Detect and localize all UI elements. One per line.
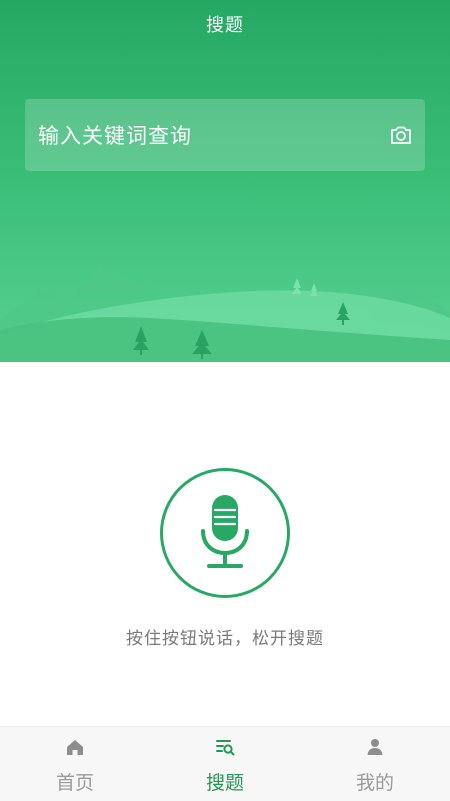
camera-icon[interactable] — [389, 123, 413, 147]
voice-record-button[interactable] — [160, 468, 290, 598]
header-banner: 搜题 输入关键词查询 — [0, 0, 450, 362]
tab-label: 搜题 — [205, 772, 244, 794]
bottom-tab-bar: 首页 搜题 我的 — [0, 726, 450, 801]
search-placeholder: 输入关键词查询 — [38, 124, 192, 148]
tab-home[interactable]: 首页 — [0, 727, 150, 801]
tab-label: 首页 — [55, 772, 94, 794]
search-input[interactable]: 输入关键词查询 — [25, 99, 425, 171]
tab-search[interactable]: 搜题 — [150, 727, 300, 801]
tab-label: 我的 — [355, 772, 394, 794]
home-icon — [67, 740, 83, 755]
voice-search-panel: 按住按钮说话，松开搜题 — [0, 362, 450, 726]
search-list-icon — [216, 740, 235, 756]
tab-mine[interactable]: 我的 — [300, 727, 450, 801]
landscape-illustration — [0, 265, 450, 362]
microphone-icon — [201, 495, 249, 568]
voice-hint-text: 按住按钮说话，松开搜题 — [126, 629, 324, 649]
page-title: 搜题 — [206, 15, 244, 36]
user-icon — [367, 739, 383, 755]
